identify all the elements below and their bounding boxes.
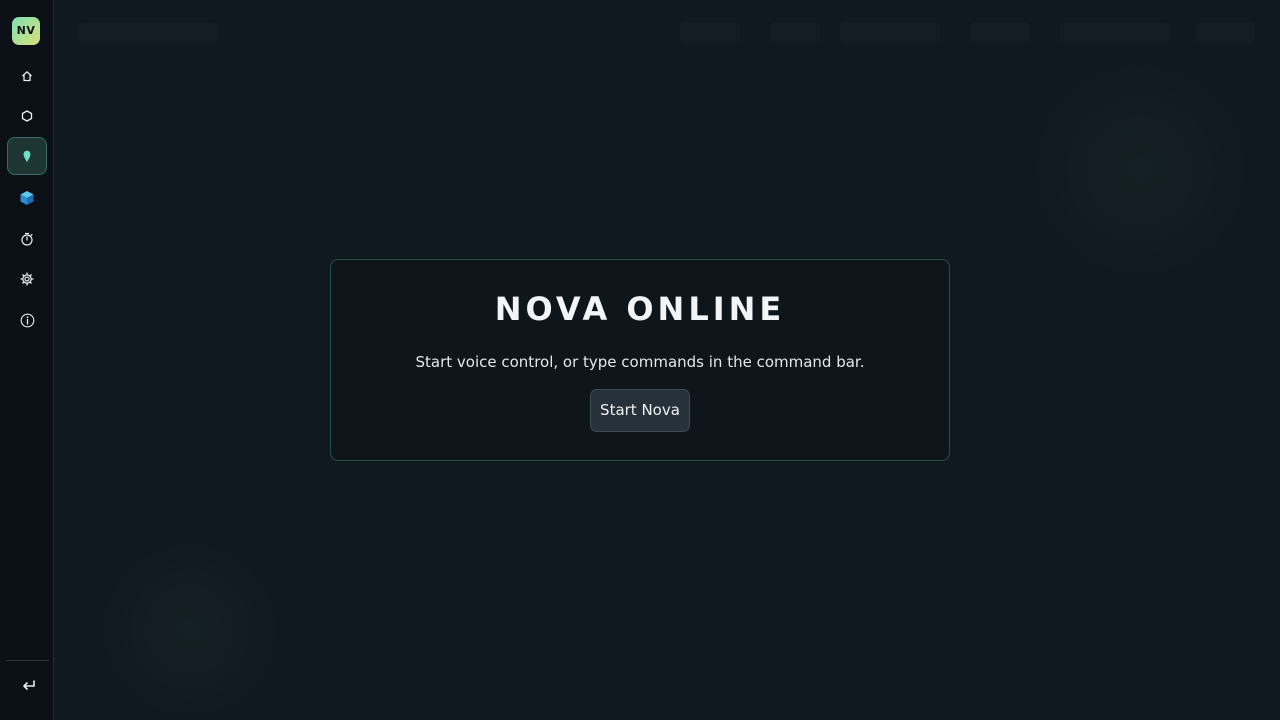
- sidebar: NV: [0, 0, 54, 720]
- ghost-orb: [100, 540, 280, 720]
- sidebar-item-info[interactable]: [7, 302, 47, 338]
- return-button[interactable]: [12, 672, 46, 702]
- ghost-header-item: [770, 22, 820, 44]
- return-icon: [21, 678, 37, 697]
- info-icon: [20, 313, 35, 328]
- panel-subtitle: Start voice control, or type commands in…: [415, 353, 865, 371]
- location-pin-icon: [22, 150, 32, 163]
- gear-icon: [20, 272, 34, 286]
- sidebar-item-home[interactable]: [7, 58, 47, 94]
- ghost-orb: [1030, 60, 1250, 280]
- sidebar-item-location[interactable]: [7, 137, 47, 175]
- start-nova-button[interactable]: Start Nova: [590, 389, 690, 432]
- ghost-header-item: [970, 22, 1030, 44]
- ghost-header-item: [840, 22, 940, 44]
- ghost-header-item: [1060, 22, 1170, 44]
- sidebar-item-timer[interactable]: [7, 221, 47, 257]
- sidebar-item-hexagon[interactable]: [7, 98, 47, 134]
- cube-icon: [19, 190, 35, 206]
- app-window: NV NOVA ONLINE Start voice control, or t…: [0, 0, 1280, 720]
- home-icon: [21, 70, 33, 82]
- sidebar-item-cube[interactable]: [7, 180, 47, 216]
- stopwatch-icon: [20, 232, 34, 246]
- hexagon-icon: [21, 110, 33, 122]
- sidebar-divider: [6, 660, 49, 661]
- sidebar-item-settings[interactable]: [7, 261, 47, 297]
- ghost-header-title: [78, 22, 218, 44]
- ghost-header-item: [1195, 22, 1255, 44]
- nova-welcome-panel: NOVA ONLINE Start voice control, or type…: [330, 259, 950, 461]
- panel-title: NOVA ONLINE: [494, 290, 786, 328]
- app-logo[interactable]: NV: [12, 17, 40, 45]
- ghost-header-item: [680, 22, 740, 44]
